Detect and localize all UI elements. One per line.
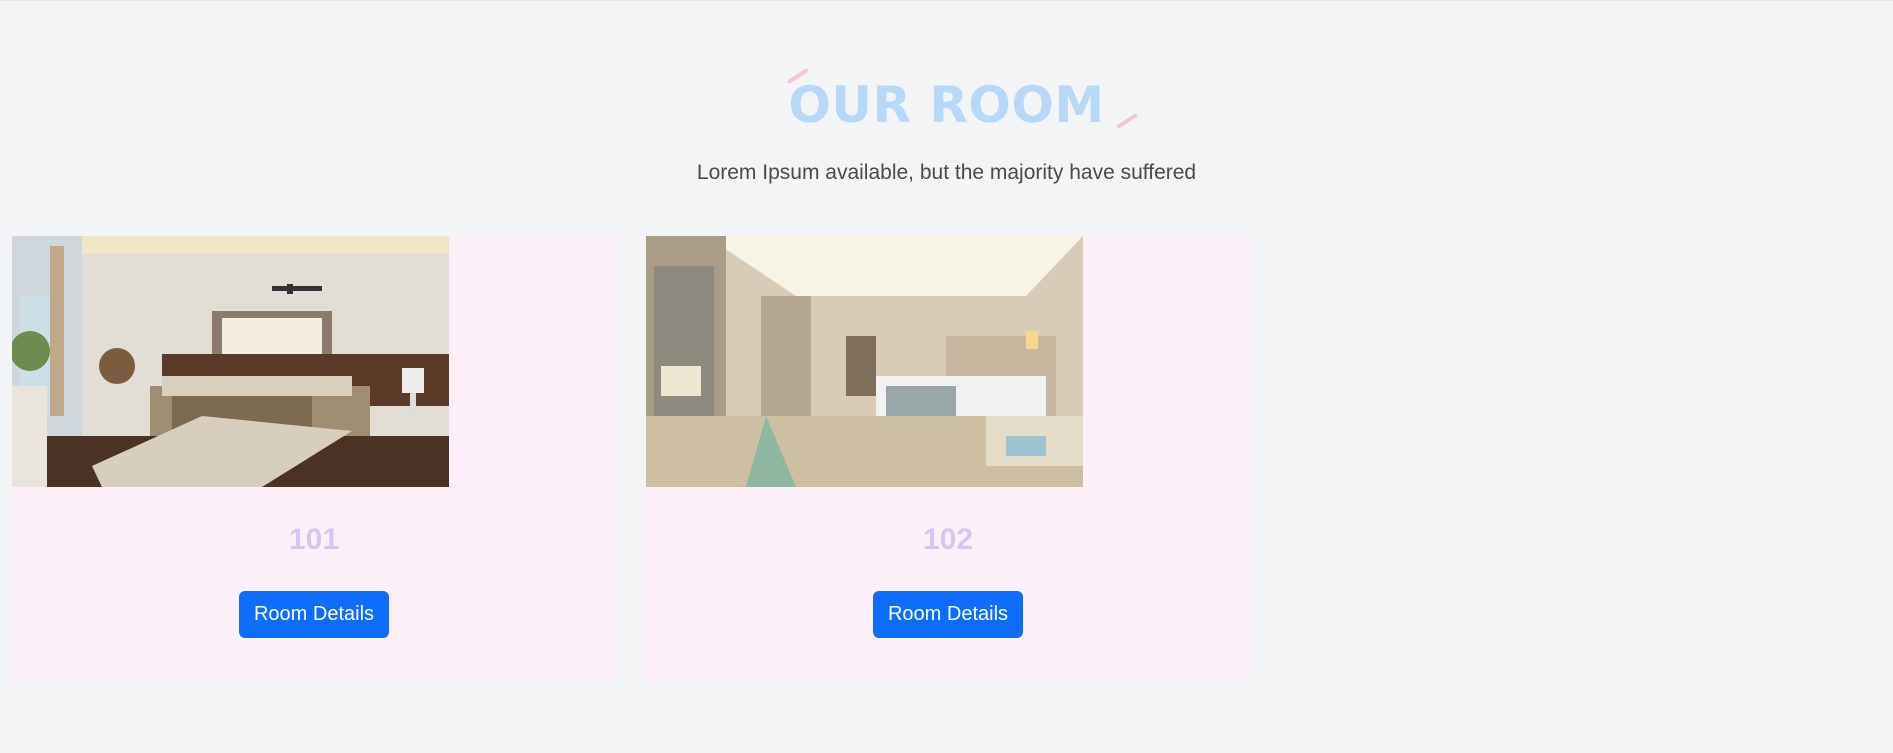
title-accent-right (1115, 112, 1138, 130)
room-details-button[interactable]: Room Details (873, 591, 1023, 638)
section-subtitle: Lorem Ipsum available, but the majority … (696, 161, 1197, 184)
room-number: 101 (288, 523, 340, 556)
room-photo-102[interactable] (646, 236, 1083, 487)
section-heading: OUR ROOM (0, 67, 1893, 140)
page-title: OUR ROOM (788, 76, 1105, 134)
room-number: 102 (922, 523, 974, 556)
room-card-101: 101 Room Details (12, 236, 616, 680)
room-card-102: 102 Room Details (646, 236, 1250, 680)
hotel-room-photo-icon (646, 236, 1083, 487)
room-details-button[interactable]: Room Details (239, 591, 389, 638)
title-wrap: OUR ROOM (782, 67, 1138, 140)
room-photo-101[interactable] (12, 236, 449, 487)
page-top-border (0, 0, 1893, 1)
bedroom-photo-icon (12, 236, 449, 487)
